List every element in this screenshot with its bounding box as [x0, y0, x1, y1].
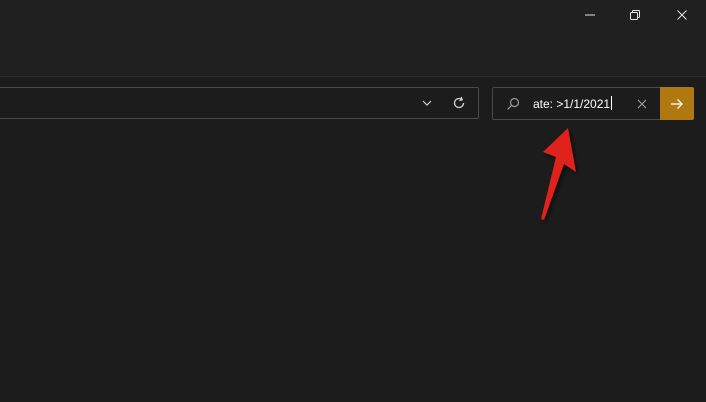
address-bar[interactable]	[0, 87, 479, 119]
search-box[interactable]: ate: >1/1/2021	[492, 87, 660, 120]
chevron-down-icon	[422, 100, 432, 106]
close-icon	[677, 10, 687, 20]
clear-icon	[637, 99, 647, 109]
title-bar	[0, 0, 706, 77]
arrow-right-icon	[671, 98, 683, 109]
file-explorer-window: ate: >1/1/2021	[0, 0, 706, 402]
minimize-icon	[585, 14, 595, 16]
close-button[interactable]	[659, 0, 705, 30]
restore-button[interactable]	[612, 0, 658, 30]
minimize-button[interactable]	[567, 0, 613, 30]
search-input[interactable]: ate: >1/1/2021	[533, 94, 625, 114]
refresh-button[interactable]	[451, 95, 467, 111]
restore-icon	[630, 10, 640, 20]
search-go-button[interactable]	[660, 87, 694, 120]
search-query-text: ate: >1/1/2021	[533, 97, 611, 111]
address-dropdown-button[interactable]	[419, 95, 435, 111]
text-caret	[611, 96, 613, 110]
search-icon	[507, 97, 520, 110]
clear-search-button[interactable]	[635, 97, 649, 111]
refresh-icon	[453, 96, 465, 109]
